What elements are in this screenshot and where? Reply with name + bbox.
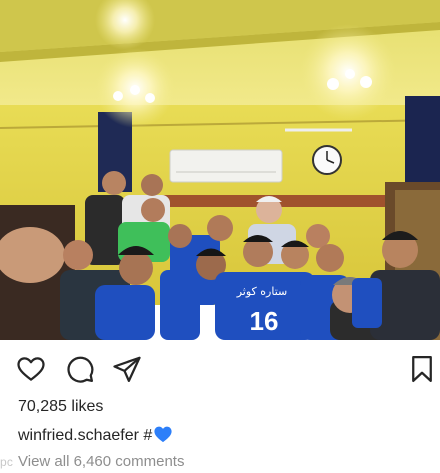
team-celebration-image: ستاره کوثر 16 xyxy=(0,0,440,340)
post-photo[interactable]: ستاره کوثر 16 xyxy=(0,0,440,340)
paper-plane-icon[interactable] xyxy=(112,354,142,384)
caption-text[interactable]: # xyxy=(143,427,152,444)
bookmark-icon[interactable] xyxy=(407,354,437,384)
jersey-sponsor: ستاره کوثر xyxy=(236,285,288,298)
comment-bubble-icon[interactable] xyxy=(65,354,95,384)
post-caption: winfried.schaefer # xyxy=(18,425,173,448)
watermark-text: pc xyxy=(0,455,14,469)
blue-heart-icon xyxy=(153,425,173,448)
action-bar xyxy=(0,340,440,398)
username-link[interactable]: winfried.schaefer xyxy=(18,427,139,444)
likes-count[interactable]: 70,285 likes xyxy=(18,398,103,416)
jersey-number: 16 xyxy=(250,306,279,336)
view-comments-link[interactable]: View all 6,460 comments xyxy=(18,453,184,470)
heart-outline-icon[interactable] xyxy=(16,354,46,384)
